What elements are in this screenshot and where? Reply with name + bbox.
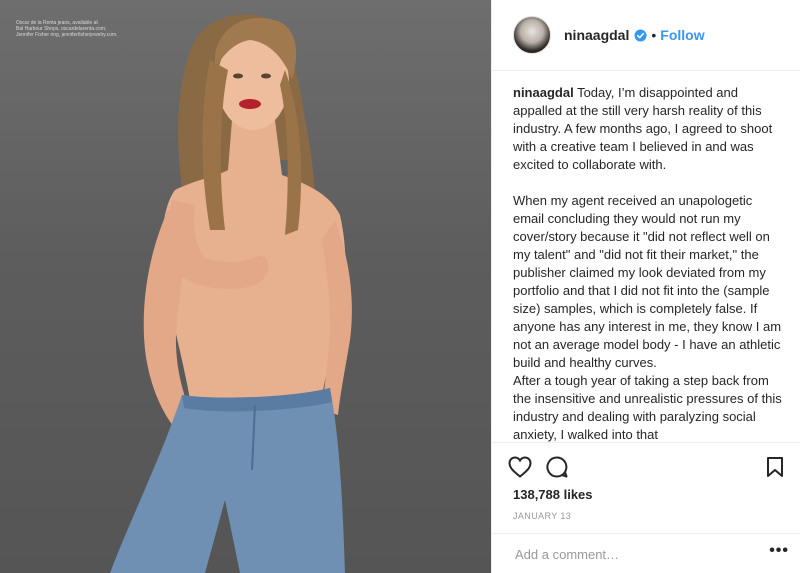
credit-line: Jennifer Fisher ring, jenniferfisherjewe… bbox=[16, 32, 118, 38]
comment-button[interactable] bbox=[543, 453, 571, 481]
post-date[interactable]: JANUARY 13 bbox=[513, 511, 571, 521]
bookmark-icon bbox=[767, 457, 783, 477]
photo-credit: Oscar de la Renta jeans, available at Ba… bbox=[16, 20, 146, 38]
header-separator: • bbox=[651, 27, 657, 43]
verified-badge-icon bbox=[634, 28, 647, 42]
comment-input[interactable] bbox=[513, 544, 747, 564]
save-button[interactable] bbox=[761, 453, 789, 481]
caption-username[interactable]: ninaagdal bbox=[513, 85, 574, 100]
comment-box: ••• bbox=[492, 533, 800, 573]
more-options-button[interactable]: ••• bbox=[769, 542, 789, 560]
post-photo[interactable]: Oscar de la Renta jeans, available at Ba… bbox=[0, 0, 491, 573]
heart-icon bbox=[508, 456, 532, 478]
like-button[interactable] bbox=[506, 453, 534, 481]
photo-illustration bbox=[110, 14, 352, 573]
post-side-panel: ninaagdal • Follow ninaagdal Today, I’m … bbox=[491, 0, 800, 573]
caption-text: Today, I’m disappointed and appalled at … bbox=[513, 85, 782, 442]
avatar[interactable] bbox=[513, 16, 551, 54]
post-caption: ninaagdal Today, I’m disappointed and ap… bbox=[513, 84, 783, 442]
instagram-post: Oscar de la Renta jeans, available at Ba… bbox=[0, 0, 800, 573]
follow-button[interactable]: Follow bbox=[660, 27, 704, 43]
post-header: ninaagdal • Follow bbox=[492, 0, 800, 71]
speech-bubble-icon bbox=[546, 456, 568, 478]
like-count[interactable]: 138,788 likes bbox=[513, 487, 593, 502]
header-username[interactable]: ninaagdal bbox=[564, 27, 629, 43]
action-icons bbox=[506, 453, 796, 481]
